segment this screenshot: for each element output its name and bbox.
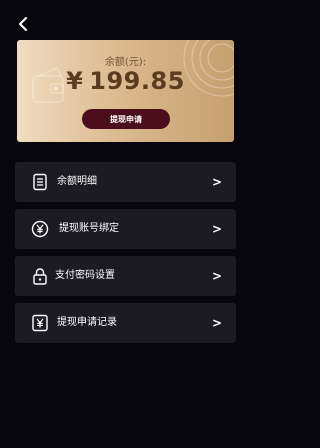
menu-item-label: 支付密码设置 bbox=[55, 270, 115, 281]
balance-amount: ¥199.85 bbox=[17, 67, 234, 95]
menu-item-payment-password[interactable]: 支付密码设置 > bbox=[15, 256, 236, 296]
chevron-left-icon bbox=[18, 16, 28, 32]
balance-value: 199.85 bbox=[89, 67, 185, 95]
menu-item-withdraw-account[interactable]: 提现账号绑定 > bbox=[15, 209, 236, 249]
withdraw-apply-button[interactable]: 提现申请 bbox=[82, 109, 170, 129]
yen-square-icon bbox=[32, 314, 48, 332]
list-icon bbox=[33, 173, 47, 191]
balance-label: 余额(元): bbox=[104, 57, 147, 68]
menu-item-withdraw-records[interactable]: 提现申请记录 > bbox=[15, 303, 236, 343]
chevron-right-icon: > bbox=[211, 222, 222, 236]
account-menu: 余额明细 > 提现账号绑定 > 支付密码设置 > 提现申请记录 > bbox=[15, 162, 236, 350]
chevron-right-icon: > bbox=[211, 269, 222, 283]
chevron-right-icon: > bbox=[211, 175, 222, 189]
menu-item-balance-detail[interactable]: 余额明细 > bbox=[15, 162, 236, 202]
menu-item-label: 提现申请记录 bbox=[57, 317, 117, 328]
menu-item-label: 余额明细 bbox=[57, 176, 97, 187]
currency-symbol: ¥ bbox=[66, 67, 84, 95]
lock-icon bbox=[33, 268, 47, 285]
balance-card: 余额(元): ¥199.85 提现申请 bbox=[17, 40, 234, 142]
back-button[interactable] bbox=[14, 14, 34, 34]
yen-circle-icon bbox=[31, 220, 49, 238]
chevron-right-icon: > bbox=[211, 316, 222, 330]
menu-item-label: 提现账号绑定 bbox=[59, 223, 119, 234]
